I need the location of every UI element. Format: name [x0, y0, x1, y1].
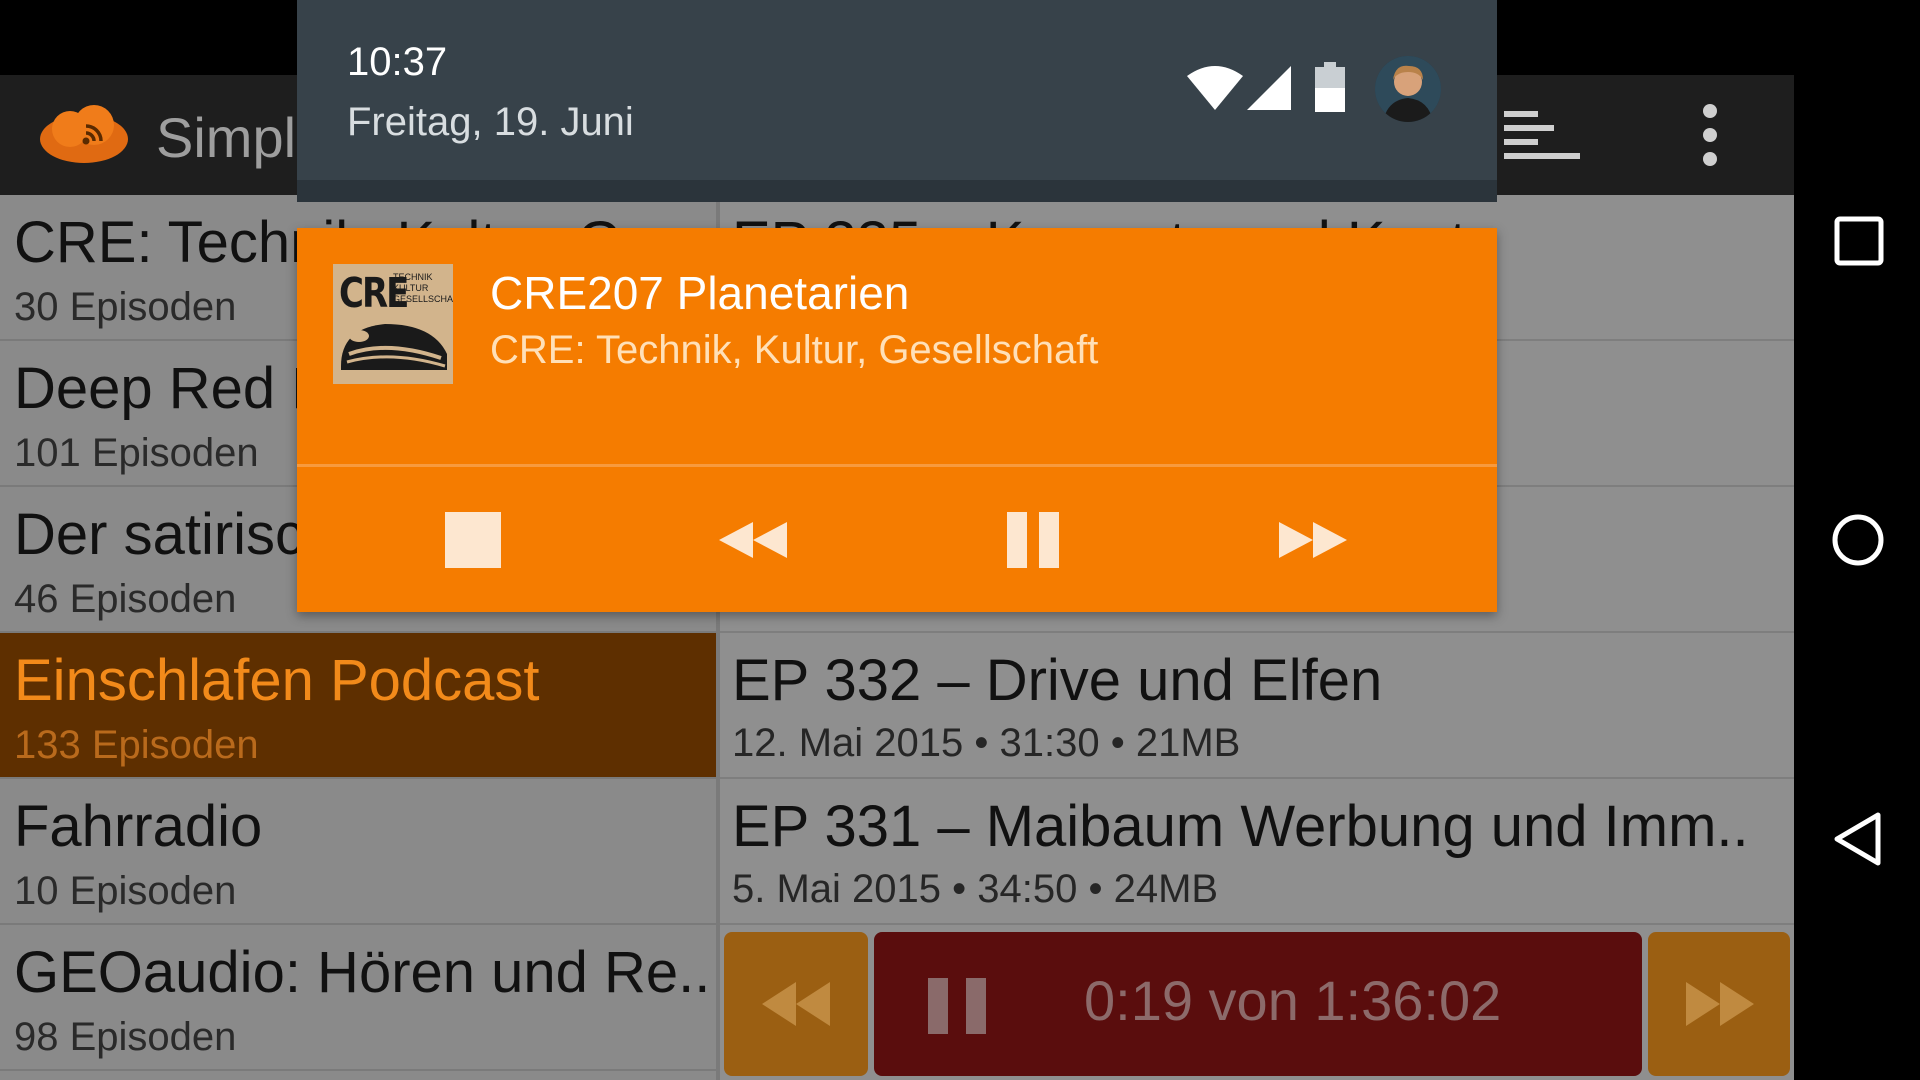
podcast-item[interactable]: Fahrradio 10 Episoden — [0, 779, 716, 925]
signal-icon — [1247, 66, 1291, 110]
train-icon — [341, 324, 447, 370]
navigation-bar — [1794, 0, 1920, 1080]
podcast-title: GEOaudio: Hören und Re.. — [14, 940, 711, 1005]
album-art-subtitle: TECHNIK KULTUR GESELLSCHAFT — [393, 272, 453, 304]
podcast-episode-count: 133 Episoden — [14, 723, 259, 767]
podcast-item[interactable]: GEOaudio: Hören und Re.. 98 Episoden — [0, 925, 716, 1071]
app-logo-icon — [40, 105, 128, 163]
episode-item[interactable]: EP 331 – Maibaum Werbung und Imm.. 5. Ma… — [720, 779, 1794, 925]
podcast-episode-count: 101 Episoden — [14, 431, 259, 475]
stop-button[interactable] — [433, 500, 513, 580]
podcast-title: Einschlafen Podcast — [14, 648, 540, 713]
episode-title: EP 332 – Drive und Elfen — [732, 648, 1383, 713]
sort-icon[interactable] — [1500, 109, 1582, 161]
podcast-episode-count: 10 Episoden — [14, 869, 237, 913]
player-bar: 0:19 von 1:36:02 — [720, 930, 1794, 1080]
rewind-button[interactable] — [724, 932, 868, 1076]
rewind-button[interactable] — [713, 500, 793, 580]
episode-item[interactable]: EP 332 – Drive und Elfen 12. Mai 2015 • … — [720, 633, 1794, 779]
fast-forward-icon — [1686, 982, 1754, 1026]
episode-title: EP 331 – Maibaum Werbung und Imm.. — [732, 794, 1749, 859]
notification-shade-header: 10:37 Freitag, 19. Juni — [297, 0, 1497, 180]
episode-meta: 5. Mai 2015 • 34:50 • 24MB — [732, 867, 1219, 911]
fast-forward-button[interactable] — [1648, 932, 1790, 1076]
overflow-menu-icon[interactable] — [1695, 103, 1725, 167]
wifi-icon — [1187, 66, 1243, 110]
rewind-icon — [719, 522, 787, 558]
podcast-title: Fahrradio — [14, 794, 263, 859]
podcast-episode-count: 46 Episoden — [14, 577, 237, 621]
podcast-episode-count: 98 Episoden — [14, 1015, 237, 1059]
media-title: CRE207 Planetarien — [490, 267, 910, 319]
play-pause-button[interactable]: 0:19 von 1:36:02 — [874, 932, 1642, 1076]
back-icon[interactable] — [1832, 811, 1882, 867]
fast-forward-icon — [1279, 522, 1347, 558]
media-divider — [297, 464, 1497, 467]
media-notification[interactable]: CRE TECHNIK KULTUR GESELLSCHAFT CRE207 P… — [297, 228, 1497, 612]
avatar-image — [1375, 56, 1441, 122]
date: Freitag, 19. Juni — [347, 100, 634, 144]
fast-forward-button[interactable] — [1273, 500, 1353, 580]
shade-shadow — [297, 180, 1497, 202]
pause-button[interactable] — [993, 500, 1073, 580]
battery-icon — [1315, 62, 1345, 112]
pause-icon — [1007, 512, 1059, 568]
podcast-episode-count: 30 Episoden — [14, 285, 237, 329]
playback-time: 0:19 von 1:36:02 — [1084, 969, 1502, 1032]
rewind-icon — [762, 982, 830, 1026]
stop-icon — [445, 512, 501, 568]
podcast-item-selected[interactable]: Einschlafen Podcast 133 Episoden — [0, 633, 716, 779]
home-icon[interactable] — [1831, 513, 1885, 567]
episode-meta: 12. Mai 2015 • 31:30 • 21MB — [732, 721, 1241, 765]
user-avatar[interactable] — [1375, 56, 1441, 122]
media-subtitle: CRE: Technik, Kultur, Gesellschaft — [490, 328, 1099, 372]
album-art: CRE TECHNIK KULTUR GESELLSCHAFT — [333, 264, 453, 384]
recents-icon[interactable] — [1834, 216, 1884, 266]
pause-icon — [928, 978, 986, 1034]
clock: 10:37 — [347, 40, 448, 84]
